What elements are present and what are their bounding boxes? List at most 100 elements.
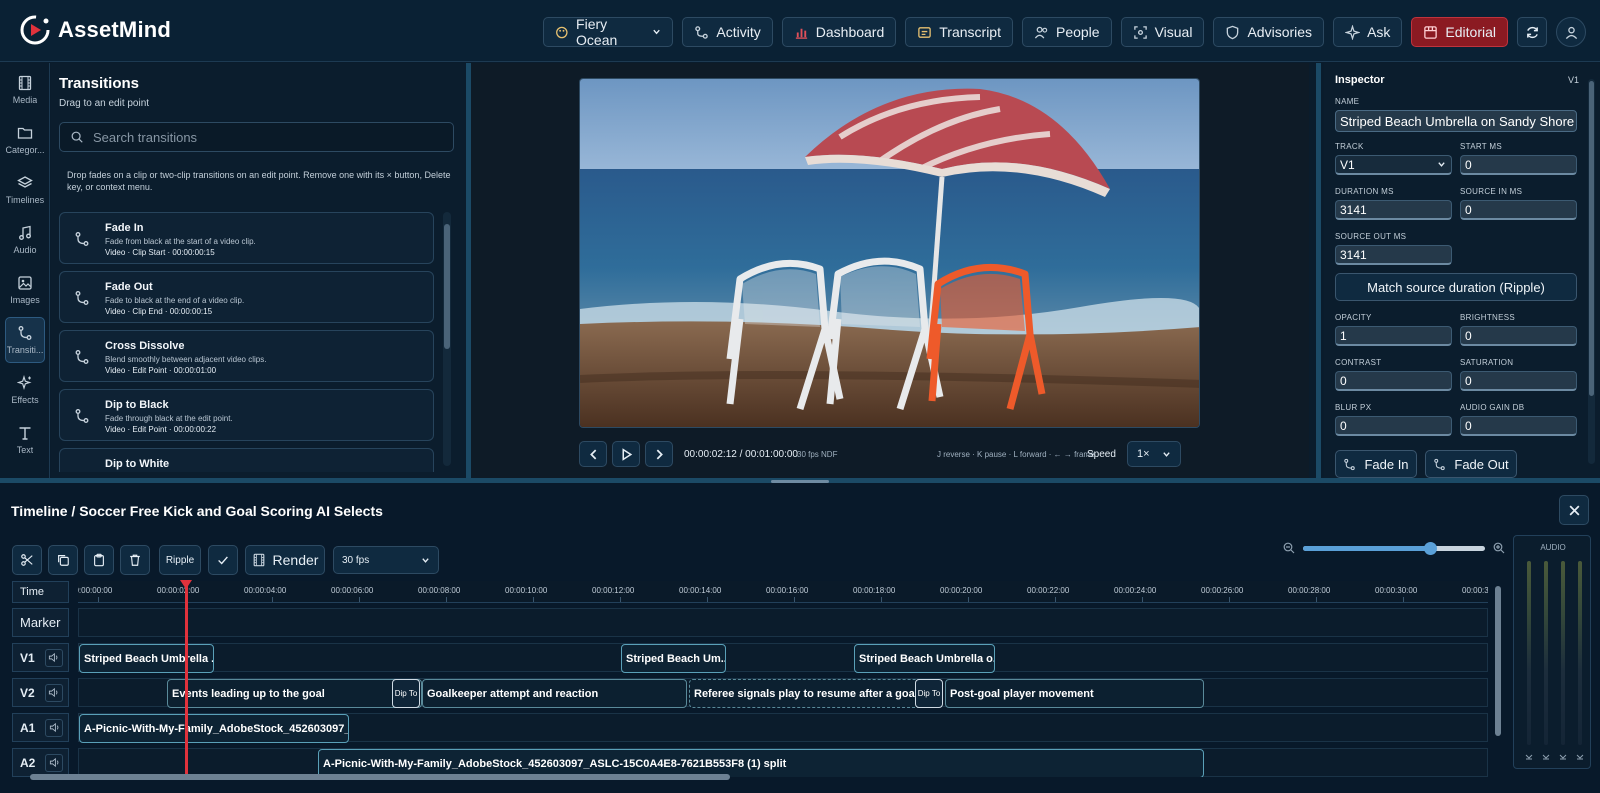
rail-audio[interactable]: Audio xyxy=(5,217,45,263)
render-button[interactable]: Render xyxy=(245,545,325,575)
lane-v1[interactable]: Striped Beach Umbrella ... Striped Beach… xyxy=(78,643,1488,673)
scan-icon xyxy=(1133,25,1147,39)
rail-transitions[interactable]: Transiti... xyxy=(5,317,45,363)
timeline-vertical-scrollbar-thumb[interactable] xyxy=(1495,586,1501,736)
nav-editorial[interactable]: Editorial xyxy=(1411,17,1508,47)
inspector-scrollbar[interactable] xyxy=(1588,79,1595,464)
zoom-out-icon[interactable] xyxy=(1283,542,1295,554)
rail-images[interactable]: Images xyxy=(5,267,45,313)
timeline-horizontal-scrollbar-thumb[interactable] xyxy=(30,774,730,780)
confirm-button[interactable] xyxy=(208,545,238,575)
user-avatar-button[interactable] xyxy=(1556,17,1586,47)
rail-timelines[interactable]: Timelines xyxy=(5,167,45,213)
clip-v2-3[interactable]: Referee signals play to resume after a g… xyxy=(689,679,941,708)
nav-people[interactable]: People xyxy=(1021,17,1112,47)
refresh-button[interactable] xyxy=(1517,17,1547,47)
nav-visual[interactable]: Visual xyxy=(1120,17,1205,47)
lane-a1[interactable]: A-Picnic-With-My-Family_AdobeStock_45260… xyxy=(78,713,1488,743)
transition-marker-1[interactable]: Dip To xyxy=(392,679,420,708)
nav-ask[interactable]: Ask xyxy=(1333,17,1403,47)
clip-v1-3[interactable]: Striped Beach Umbrella o... xyxy=(854,644,995,673)
rail-categories[interactable]: Categor... xyxy=(5,117,45,163)
contrast-input[interactable]: 0 xyxy=(1335,371,1452,391)
fade-in-button[interactable]: Fade In xyxy=(1335,450,1417,478)
playhead[interactable] xyxy=(185,581,188,777)
transition-card-dip-to-white[interactable]: Dip to White xyxy=(59,448,434,472)
transition-card-dip-to-black[interactable]: Dip to Black Fade through black at the e… xyxy=(59,389,434,441)
audio-gain-db-input[interactable]: 0 xyxy=(1460,416,1577,436)
playhead-handle[interactable] xyxy=(180,580,192,589)
paste-icon xyxy=(94,553,104,567)
transitions-scrollbar[interactable] xyxy=(443,212,451,466)
next-frame-button[interactable] xyxy=(645,441,673,467)
marker-lane[interactable] xyxy=(78,608,1488,637)
rail-text[interactable]: Text xyxy=(5,417,45,463)
clip-name-input[interactable]: Striped Beach Umbrella on Sandy Shore xyxy=(1335,110,1577,132)
rail-effects[interactable]: Effects xyxy=(5,367,45,413)
rail-transitions-label: Transiti... xyxy=(6,345,44,355)
duration-ms-input[interactable]: 3141 xyxy=(1335,200,1452,220)
timeline-zoom-slider[interactable] xyxy=(1283,541,1505,555)
copy-button[interactable] xyxy=(48,545,78,575)
track-select[interactable]: V1 xyxy=(1335,155,1452,175)
timeline-close-button[interactable] xyxy=(1559,495,1589,525)
mute-v2-button[interactable] xyxy=(44,683,63,702)
clip-a1-1[interactable]: A-Picnic-With-My-Family_AdobeStock_45260… xyxy=(79,714,349,743)
cut-button[interactable] xyxy=(12,545,42,575)
speed-select[interactable]: 1× xyxy=(1127,441,1181,467)
transition-card-fade-out[interactable]: Fade Out Fade to black at the end of a v… xyxy=(59,271,434,323)
brightness-input[interactable]: 0 xyxy=(1460,326,1577,346)
transition-card-cross-dissolve[interactable]: Cross Dissolve Blend smoothly between ad… xyxy=(59,330,434,382)
opacity-input[interactable]: 1 xyxy=(1335,326,1452,346)
prev-frame-button[interactable] xyxy=(579,441,607,467)
inspector-scrollbar-thumb[interactable] xyxy=(1589,81,1594,396)
theme-select[interactable]: Fiery Ocean xyxy=(543,16,674,48)
ruler-tick-label: 00:00:16:00 xyxy=(766,586,809,595)
video-frame[interactable] xyxy=(579,78,1200,428)
timeline-fps-select[interactable]: 30 fps xyxy=(333,546,439,574)
nav-activity[interactable]: Activity xyxy=(682,17,773,47)
fade-out-button[interactable]: Fade Out xyxy=(1425,450,1517,478)
ruler-tick-label: 00:00:10:00 xyxy=(505,586,548,595)
mute-v1-button[interactable] xyxy=(44,648,63,667)
app-logo[interactable]: AssetMind xyxy=(18,13,171,47)
ruler-tick-label: 00:00:32:00 xyxy=(1462,586,1488,595)
mute-a2-button[interactable] xyxy=(45,753,64,772)
timeline-horizontal-scrollbar[interactable] xyxy=(16,773,1499,781)
match-source-duration-button[interactable]: Match source duration (Ripple) xyxy=(1335,273,1577,301)
transition-card-fade-in[interactable]: Fade In Fade from black at the start of … xyxy=(59,212,434,264)
lane-v2[interactable]: Events leading up to the goal Dip To Goa… xyxy=(78,678,1488,708)
source-out-ms-input[interactable]: 3141 xyxy=(1335,245,1452,265)
delete-button[interactable] xyxy=(120,545,150,575)
clip-v1-2[interactable]: Striped Beach Um... xyxy=(621,644,726,673)
mute-a1-button[interactable] xyxy=(45,718,64,737)
zoom-in-icon[interactable] xyxy=(1493,542,1505,554)
transitions-search[interactable] xyxy=(59,122,454,152)
source-in-ms-input[interactable]: 0 xyxy=(1460,200,1577,220)
time-ruler[interactable]: 00:00:00:00 00:00:02:00 00:00:04:00 00:00:0… xyxy=(78,581,1488,603)
clip-v1-1[interactable]: Striped Beach Umbrella ... xyxy=(79,644,214,673)
play-button[interactable] xyxy=(612,441,640,467)
transitions-search-input[interactable] xyxy=(93,129,413,145)
clip-v2-2[interactable]: Goalkeeper attempt and reaction xyxy=(422,679,687,708)
paste-button[interactable] xyxy=(84,545,114,575)
blur-px-input[interactable]: 0 xyxy=(1335,416,1452,436)
caption-icon xyxy=(918,26,932,38)
search-icon xyxy=(71,131,83,143)
transition-marker-2[interactable]: Dip To xyxy=(915,679,943,708)
ripple-toggle[interactable]: Ripple xyxy=(159,545,201,575)
rail-media[interactable]: Media xyxy=(5,67,45,113)
nav-advisories[interactable]: Advisories xyxy=(1213,17,1325,47)
timeline-vertical-scrollbar[interactable] xyxy=(1494,582,1502,757)
zoom-knob[interactable] xyxy=(1424,542,1438,555)
panel-divider-right[interactable] xyxy=(1316,63,1321,478)
palette-icon xyxy=(556,26,568,38)
saturation-input[interactable]: 0 xyxy=(1460,371,1577,391)
nav-transcript[interactable]: Transcript xyxy=(905,17,1013,47)
nav-dashboard[interactable]: Dashboard xyxy=(781,17,897,47)
clip-v2-4[interactable]: Post-goal player movement xyxy=(945,679,1204,708)
folder-icon xyxy=(17,127,33,139)
start-ms-input[interactable]: 0 xyxy=(1460,155,1577,175)
transitions-scrollbar-thumb[interactable] xyxy=(444,224,450,349)
clip-v2-1[interactable]: Events leading up to the goal xyxy=(167,679,422,708)
